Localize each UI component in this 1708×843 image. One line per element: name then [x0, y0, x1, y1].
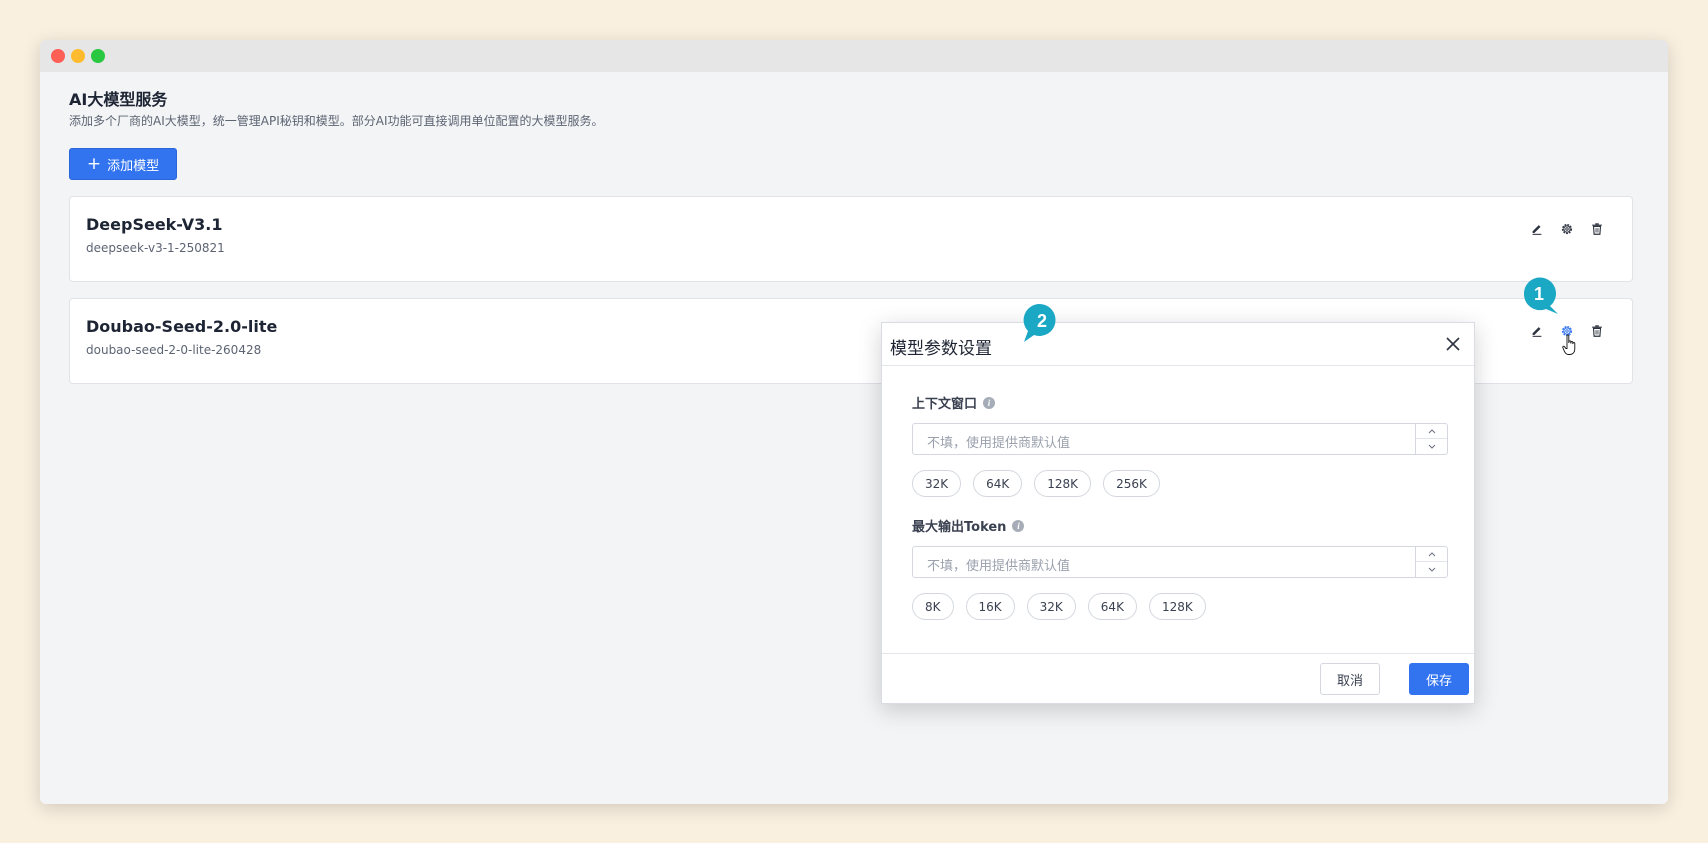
hand-cursor-icon [1562, 334, 1578, 360]
plus-icon: + [86, 153, 102, 174]
model-name: Doubao-Seed-2.0-lite [86, 317, 278, 336]
context-window-input[interactable]: 不填，使用提供商默认值 [912, 423, 1448, 455]
preset-chip[interactable]: 32K [912, 470, 962, 497]
max-output-input[interactable]: 不填，使用提供商默认值 [912, 546, 1448, 578]
page-description: 添加多个厂商的AI大模型，统一管理API秘钥和模型。部分AI功能可直接调用单位配… [69, 114, 604, 128]
dialog-header: 模型参数设置 [882, 323, 1474, 366]
preset-chip[interactable]: 32K [1026, 593, 1076, 620]
context-window-placeholder: 不填，使用提供商默认值 [927, 436, 1071, 451]
close-icon[interactable] [1444, 335, 1462, 353]
dialog-title: 模型参数设置 [890, 339, 992, 359]
max-output-label: 最大输出Token i [912, 516, 1025, 535]
step-2-badge: 2 [1020, 302, 1060, 344]
trash-icon[interactable] [1588, 220, 1606, 238]
context-window-label: 上下文窗口 i [912, 393, 996, 412]
model-name: DeepSeek-V3.1 [86, 215, 223, 234]
max-output-placeholder: 不填，使用提供商默认值 [927, 559, 1071, 574]
preset-chip[interactable]: 8K [912, 593, 954, 620]
max-output-label-text: 最大输出Token [912, 520, 1007, 535]
preset-chip[interactable]: 64K [973, 470, 1023, 497]
window-titlebar [40, 40, 1668, 72]
gear-icon[interactable] [1558, 220, 1576, 238]
context-window-presets: 32K 64K 128K 256K [912, 470, 1160, 497]
model-params-dialog: 模型参数设置 上下文窗口 i 不填，使用提供商默认值 32K 64K 128K … [881, 322, 1475, 704]
edit-icon[interactable] [1528, 322, 1546, 340]
model-id: deepseek-v3-1-250821 [86, 241, 225, 255]
preset-chip[interactable]: 128K [1034, 470, 1092, 497]
save-button[interactable]: 保存 [1409, 663, 1469, 695]
model-id: doubao-seed-2-0-lite-260428 [86, 343, 262, 357]
step-1-number: 1 [1534, 284, 1544, 304]
preset-chip[interactable]: 256K [1103, 470, 1160, 497]
page-title: AI大模型服务 [69, 90, 168, 109]
window-close-dot[interactable] [51, 49, 65, 63]
edit-icon[interactable] [1528, 220, 1546, 238]
step-2-number: 2 [1037, 311, 1047, 331]
add-model-label: 添加模型 [107, 158, 160, 174]
chevron-down-icon[interactable] [1416, 562, 1447, 577]
add-model-button[interactable]: + 添加模型 [69, 148, 177, 180]
preset-chip[interactable]: 128K [1148, 593, 1206, 620]
max-output-stepper [1415, 547, 1447, 577]
cancel-button[interactable]: 取消 [1320, 663, 1380, 695]
chevron-down-icon[interactable] [1416, 439, 1447, 454]
chevron-up-icon[interactable] [1416, 547, 1447, 562]
chevron-up-icon[interactable] [1416, 424, 1447, 439]
model-actions [1528, 220, 1606, 238]
preset-chip[interactable]: 16K [965, 593, 1015, 620]
info-icon[interactable]: i [1012, 519, 1025, 532]
max-output-presets: 8K 16K 32K 64K 128K [912, 593, 1206, 620]
info-icon[interactable]: i [983, 396, 996, 409]
window-maximize-dot[interactable] [91, 49, 105, 63]
window-minimize-dot[interactable] [71, 49, 85, 63]
model-card: DeepSeek-V3.1 deepseek-v3-1-250821 [69, 196, 1633, 282]
dialog-footer: 取消 保存 [882, 653, 1474, 703]
step-1-badge: 1 [1520, 276, 1562, 316]
trash-icon[interactable] [1588, 322, 1606, 340]
context-window-label-text: 上下文窗口 [912, 397, 978, 412]
preset-chip[interactable]: 64K [1087, 593, 1137, 620]
context-window-stepper [1415, 424, 1447, 454]
